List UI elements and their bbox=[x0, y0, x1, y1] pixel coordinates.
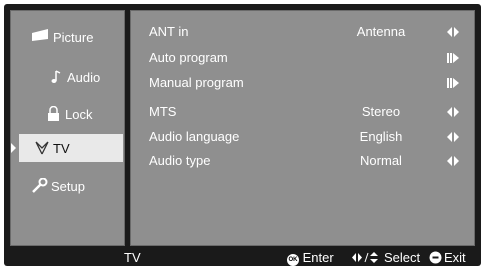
enter-hint: OK Enter bbox=[287, 250, 334, 266]
menu-row-auto-program[interactable]: Auto program bbox=[131, 47, 474, 69]
ok-button-icon: OK bbox=[287, 254, 299, 266]
sidebar-item-setup[interactable]: Setup bbox=[11, 172, 124, 200]
statusbar-title: TV bbox=[124, 250, 141, 265]
sidebar-item-tv[interactable]: TV bbox=[11, 134, 123, 162]
sidebar-item-label: Audio bbox=[67, 70, 101, 85]
tv-settings-panel: ANT in Antenna Auto program Manual progr… bbox=[130, 10, 475, 246]
music-note-icon bbox=[51, 70, 61, 83]
menu-row-mts[interactable]: MTS Stereo bbox=[131, 101, 474, 123]
row-label: Auto program bbox=[149, 50, 228, 65]
menu-row-manual-program[interactable]: Manual program bbox=[131, 72, 474, 94]
row-value: Antenna bbox=[356, 24, 406, 39]
exit-hint-label: Exit bbox=[444, 250, 466, 265]
enter-arrow-icon[interactable] bbox=[446, 52, 460, 64]
selection-arrow-icon bbox=[11, 143, 16, 153]
sidebar-item-lock[interactable]: Lock bbox=[11, 100, 124, 128]
sidebar-menu: Picture Audio Lock TV Setup bbox=[10, 10, 125, 246]
menu-row-audio-type[interactable]: Audio type Normal bbox=[131, 150, 474, 172]
left-right-arrows-icon[interactable] bbox=[446, 131, 460, 143]
row-label: Audio type bbox=[149, 153, 211, 168]
left-right-arrows-icon[interactable] bbox=[446, 106, 460, 118]
sidebar-item-label: Picture bbox=[53, 30, 94, 45]
sidebar-item-label: TV bbox=[53, 141, 70, 156]
wrench-icon bbox=[32, 178, 48, 193]
sidebar-item-audio[interactable]: Audio bbox=[11, 63, 124, 91]
menu-row-ant-in[interactable]: ANT in Antenna bbox=[131, 21, 474, 43]
sidebar-item-picture[interactable]: Picture bbox=[11, 23, 124, 51]
status-bar: TV OK Enter Select Exit bbox=[10, 249, 475, 266]
tv-osd-screen: Picture Audio Lock TV Setup ANT in Anten… bbox=[4, 4, 481, 266]
select-hint-label: Select bbox=[384, 250, 421, 265]
exit-button-icon bbox=[429, 251, 442, 264]
sidebar-item-label: Setup bbox=[51, 179, 85, 194]
row-value: Normal bbox=[360, 153, 402, 168]
navigation-arrows-icon bbox=[352, 252, 378, 263]
row-value: English bbox=[359, 129, 403, 144]
enter-arrow-icon[interactable] bbox=[446, 77, 460, 89]
menu-row-audio-language[interactable]: Audio language English bbox=[131, 126, 474, 148]
left-right-arrows-icon[interactable] bbox=[446, 155, 460, 167]
row-label: Audio language bbox=[149, 129, 240, 144]
tv-antenna-icon bbox=[35, 141, 49, 155]
lock-icon bbox=[48, 106, 59, 121]
enter-hint-label: Enter bbox=[302, 250, 334, 265]
picture-icon bbox=[32, 29, 48, 41]
row-value: Stereo bbox=[361, 104, 401, 119]
row-label: ANT in bbox=[149, 24, 189, 39]
left-right-arrows-icon[interactable] bbox=[446, 26, 460, 38]
row-label: Manual program bbox=[149, 75, 244, 90]
row-label: MTS bbox=[149, 104, 177, 119]
sidebar-item-label: Lock bbox=[65, 107, 93, 122]
